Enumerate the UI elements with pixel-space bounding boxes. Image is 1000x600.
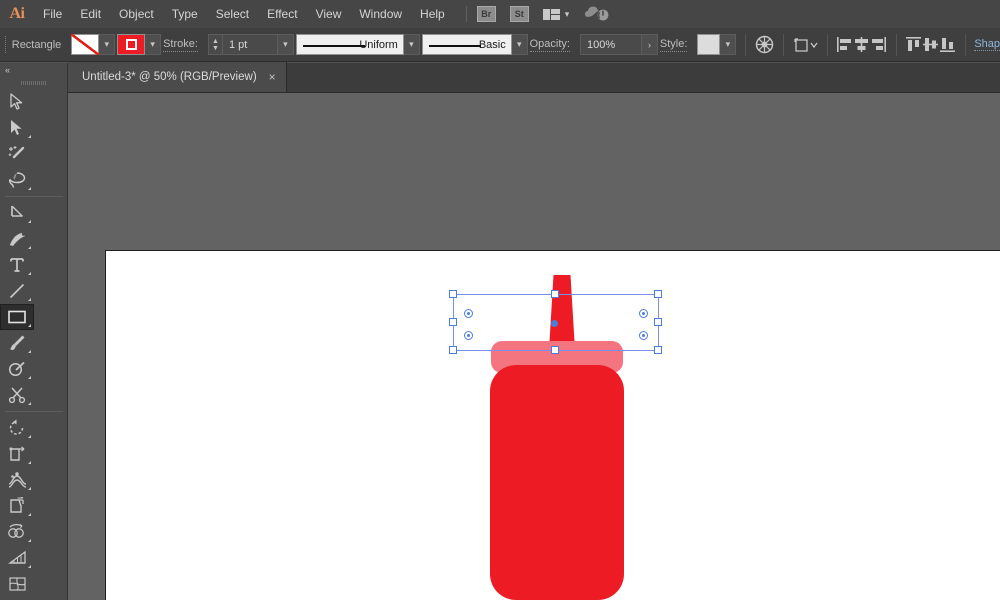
align-horizontal-right-icon[interactable] [870, 34, 887, 56]
menu-item-type[interactable]: Type [163, 0, 207, 28]
stroke-profile-select[interactable]: Uniform [296, 34, 404, 55]
bottle-nozzle[interactable] [549, 275, 575, 350]
align-horizontal-left-icon[interactable] [836, 34, 853, 56]
rotate-tool[interactable] [0, 415, 34, 441]
align-horizontal-center-icon[interactable] [853, 34, 870, 56]
illustrator-window: Ai File Edit Object Type Select Effect V… [0, 0, 1000, 600]
stroke-profile-dropdown[interactable]: ▾ [404, 34, 420, 55]
magic-wand-tool[interactable] [0, 141, 34, 167]
menu-item-help[interactable]: Help [411, 0, 454, 28]
document-tab[interactable]: Untitled-3* @ 50% (RGB/Preview) × [68, 62, 287, 92]
app-logo: Ai [0, 0, 34, 28]
tools-panel-collapse-icon[interactable]: « [0, 63, 67, 77]
menu-item-file[interactable]: File [34, 0, 71, 28]
perspective-grid-tool[interactable] [0, 545, 34, 571]
menu-item-select[interactable]: Select [207, 0, 258, 28]
menu-item-effect[interactable]: Effect [258, 0, 306, 28]
opacity-input[interactable]: 100% [580, 34, 642, 55]
align-vertical-top-icon[interactable] [905, 34, 922, 56]
menu-item-view[interactable]: View [307, 0, 351, 28]
style-label[interactable]: Style: [660, 38, 688, 52]
width-tool[interactable] [0, 467, 34, 493]
close-icon[interactable]: × [269, 72, 276, 82]
recolor-artwork-icon[interactable] [755, 34, 774, 56]
free-transform-tool[interactable] [0, 493, 34, 519]
scissors-tool[interactable] [0, 382, 34, 408]
menu-item-window[interactable]: Window [350, 0, 411, 28]
graphic-style-swatch[interactable] [697, 34, 720, 55]
tool-grid [0, 89, 67, 600]
tools-panel: « [0, 63, 68, 600]
direct-selection-tool[interactable] [0, 115, 34, 141]
document-tab-label: Untitled-3* @ 50% (RGB/Preview) [82, 71, 257, 83]
line-segment-tool[interactable] [0, 278, 34, 304]
scale-tool[interactable] [0, 441, 34, 467]
stroke-weight-dropdown[interactable]: ▾ [278, 34, 294, 55]
menubar-divider [466, 6, 467, 22]
graphic-style-dropdown[interactable]: ▾ [720, 34, 736, 55]
menu-bar: Ai File Edit Object Type Select Effect V… [0, 0, 1000, 28]
fill-swatch[interactable] [71, 34, 99, 55]
creative-cloud-icon[interactable] [585, 5, 611, 23]
stroke-weight-label[interactable]: Stroke: [163, 38, 198, 52]
artwork-ketchup-bottle[interactable] [68, 93, 1000, 600]
workspace-switcher[interactable]: ▾ [543, 9, 570, 20]
selection-tool[interactable] [0, 89, 34, 115]
transform-icon[interactable] [792, 34, 818, 56]
rectangle-tool[interactable] [0, 304, 34, 330]
stroke-swatch[interactable] [117, 34, 145, 55]
stroke-weight-stepper[interactable]: ▲▼ [208, 34, 222, 55]
stroke-weight-input[interactable]: 1 pt [222, 34, 278, 55]
paintbrush-tool[interactable] [0, 330, 34, 356]
align-vertical-bottom-icon[interactable] [939, 34, 956, 56]
curvature-tool[interactable] [0, 226, 34, 252]
selection-type-label: Rectangle [12, 39, 62, 51]
stock-button[interactable]: St [510, 6, 529, 22]
brush-definition-value: Basic [479, 39, 506, 51]
opacity-label[interactable]: Opacity: [530, 38, 570, 52]
opacity-options-button[interactable]: › [642, 34, 658, 55]
layout-switcher-icon [543, 9, 560, 20]
control-bar-grip[interactable] [5, 36, 6, 54]
type-tool[interactable] [0, 252, 34, 278]
menu-item-edit[interactable]: Edit [71, 0, 110, 28]
bridge-button[interactable]: Br [477, 6, 496, 22]
brush-definition-select[interactable]: Basic [422, 34, 512, 55]
control-bar: Rectangle ▾ ▾ Stroke: ▲▼ 1 pt ▾ Uniform … [0, 28, 1000, 62]
stroke-profile-value: Uniform [359, 39, 398, 51]
pen-tool[interactable] [0, 200, 34, 226]
tools-panel-grip[interactable] [0, 77, 67, 89]
brush-definition-dropdown[interactable]: ▾ [512, 34, 528, 55]
align-vertical-center-icon[interactable] [922, 34, 939, 56]
shape-builder-tool[interactable] [0, 519, 34, 545]
shaper-tool[interactable] [0, 356, 34, 382]
mesh-tool[interactable] [0, 571, 34, 597]
shape-properties-link[interactable]: Shap [974, 38, 1000, 51]
menu-item-object[interactable]: Object [110, 0, 163, 28]
bottle-body[interactable] [490, 365, 624, 600]
fill-swatch-dropdown[interactable]: ▾ [99, 34, 115, 55]
chevron-down-icon: ▾ [565, 9, 570, 20]
stroke-swatch-dropdown[interactable]: ▾ [145, 34, 161, 55]
document-tab-bar: Untitled-3* @ 50% (RGB/Preview) × [68, 63, 1000, 93]
lasso-tool[interactable] [0, 167, 34, 193]
canvas-area[interactable] [68, 93, 1000, 600]
